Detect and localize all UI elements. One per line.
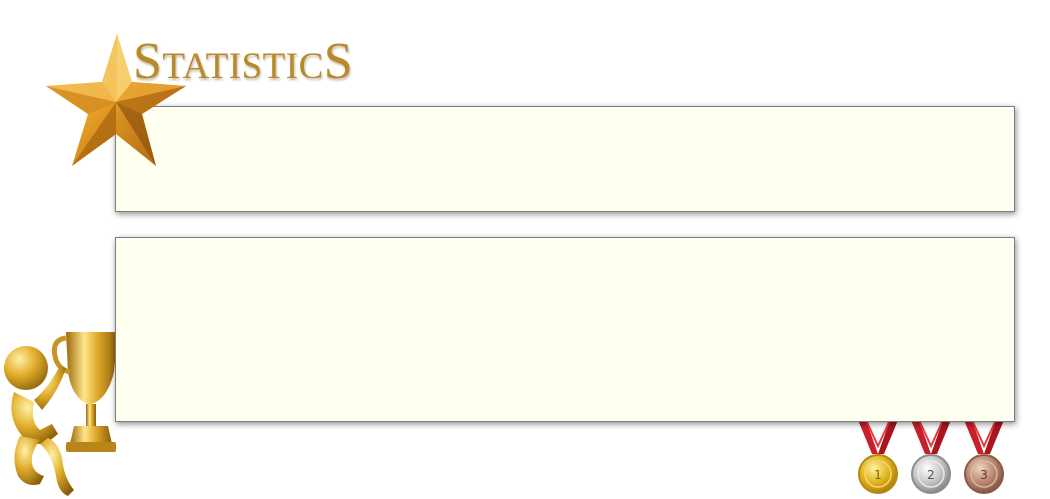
medals-group: 1 2 3	[852, 419, 1012, 499]
bronze-medal-number: 3	[980, 468, 988, 482]
bottom-content-panel	[115, 237, 1015, 422]
title-middle: tatistic	[162, 46, 324, 87]
bronze-medal-icon: 3	[960, 419, 1008, 499]
golden-figure-trophy-icon	[0, 326, 120, 499]
gold-medal-icon: 1	[854, 419, 902, 499]
silver-medal-icon: 2	[907, 419, 955, 499]
title-first-letter: S	[133, 33, 163, 90]
title-last-letter: S	[323, 33, 354, 90]
page-title: StatisticS	[133, 36, 353, 88]
silver-medal-number: 2	[927, 468, 935, 482]
top-content-panel	[115, 106, 1015, 212]
gold-medal-number: 1	[874, 468, 882, 482]
